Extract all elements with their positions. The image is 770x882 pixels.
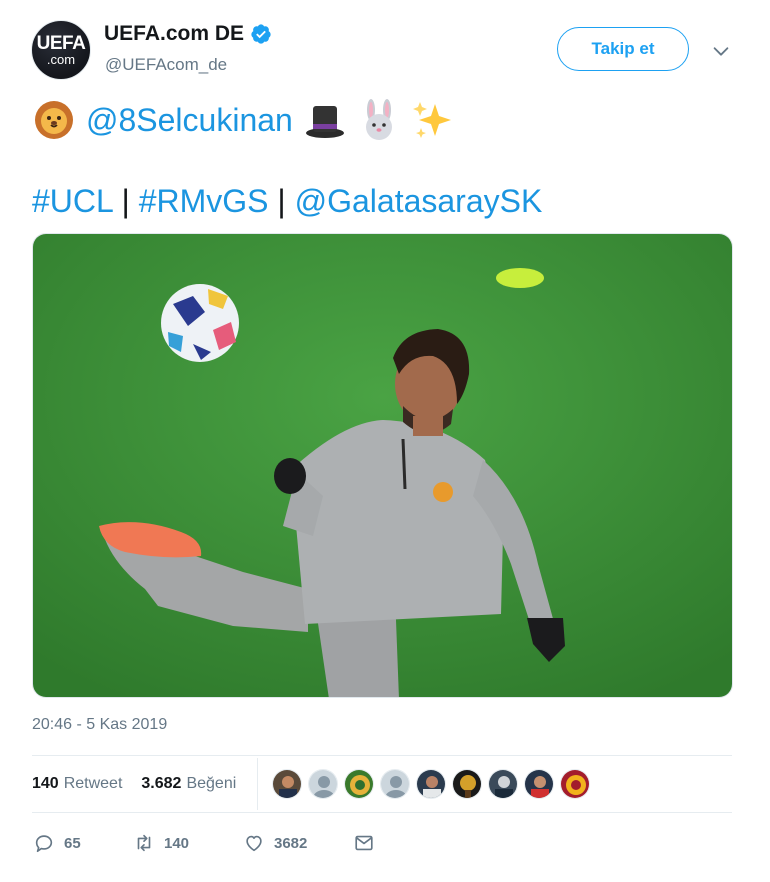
mention-player[interactable]: @8Selcukinan [86, 102, 293, 139]
follow-button[interactable]: Takip et [557, 27, 689, 71]
liker-avatar[interactable] [488, 769, 518, 799]
football-ball [161, 284, 239, 362]
reply-action[interactable]: 65 [33, 832, 133, 854]
liker-avatar[interactable] [452, 769, 482, 799]
envelope-icon[interactable] [353, 832, 375, 854]
retweet-action[interactable]: 140 [133, 832, 243, 854]
account-name-row[interactable]: UEFA.com DE [104, 22, 272, 46]
retweet-action-count: 140 [164, 834, 190, 852]
separator: | [268, 183, 295, 219]
tweet-text-line-2: #UCL | #RMvGS | @GalatasaraySK [32, 183, 542, 220]
avatar-logo-text: UEFA [36, 32, 86, 54]
football-player-photo [33, 234, 732, 697]
retweet-label[interactable]: Retweet [64, 775, 123, 793]
separator: | [112, 183, 139, 219]
sparkles-emoji [412, 102, 451, 138]
like-action-count: 3682 [274, 834, 308, 852]
verified-badge-icon [251, 24, 271, 44]
tweet-actions: 65 140 3682 [33, 830, 375, 856]
tweet-timestamp[interactable]: 20:46 - 5 Kas 2019 [32, 716, 167, 734]
liker-avatar[interactable] [272, 769, 302, 799]
hashtag-ucl[interactable]: #UCL [32, 183, 113, 219]
retweet-icon[interactable] [133, 832, 155, 854]
lion-emoji [35, 101, 73, 139]
divider [32, 755, 732, 756]
reply-count: 65 [64, 834, 81, 852]
like-count[interactable]: 3.682 [141, 775, 181, 793]
liker-avatar[interactable] [524, 769, 554, 799]
liker-avatar[interactable] [308, 769, 338, 799]
liker-avatar[interactable] [560, 769, 590, 799]
account-avatar[interactable]: UEFA .com [31, 20, 91, 80]
liker-avatar[interactable] [416, 769, 446, 799]
tweet-photo[interactable] [32, 233, 733, 698]
engagement-stats: 140 Retweet 3.682 Beğeni [32, 772, 250, 796]
account-handle[interactable]: @UEFAcom_de [105, 55, 227, 75]
liker-avatar[interactable] [380, 769, 410, 799]
heart-icon[interactable] [243, 832, 265, 854]
account-name[interactable]: UEFA.com DE [104, 22, 244, 46]
liker-avatars [272, 769, 590, 799]
avatar-logo-subtext: .com [46, 51, 76, 67]
top-hat-emoji [305, 106, 344, 138]
chevron-down-icon[interactable] [710, 40, 732, 62]
divider [32, 812, 732, 813]
tweet-text-line-1: @8Selcukinan [32, 96, 455, 144]
reply-icon[interactable] [33, 832, 55, 854]
hashtag-match[interactable]: #RMvGS [139, 183, 269, 219]
like-action[interactable]: 3682 [243, 832, 353, 854]
mention-club[interactable]: @GalatasaraySK [295, 183, 543, 219]
divider [257, 758, 258, 810]
rabbit-emoji [365, 99, 392, 140]
like-label[interactable]: Beğeni [186, 775, 236, 793]
retweet-count[interactable]: 140 [32, 775, 59, 793]
liker-avatar[interactable] [344, 769, 374, 799]
share-action[interactable] [353, 832, 375, 854]
